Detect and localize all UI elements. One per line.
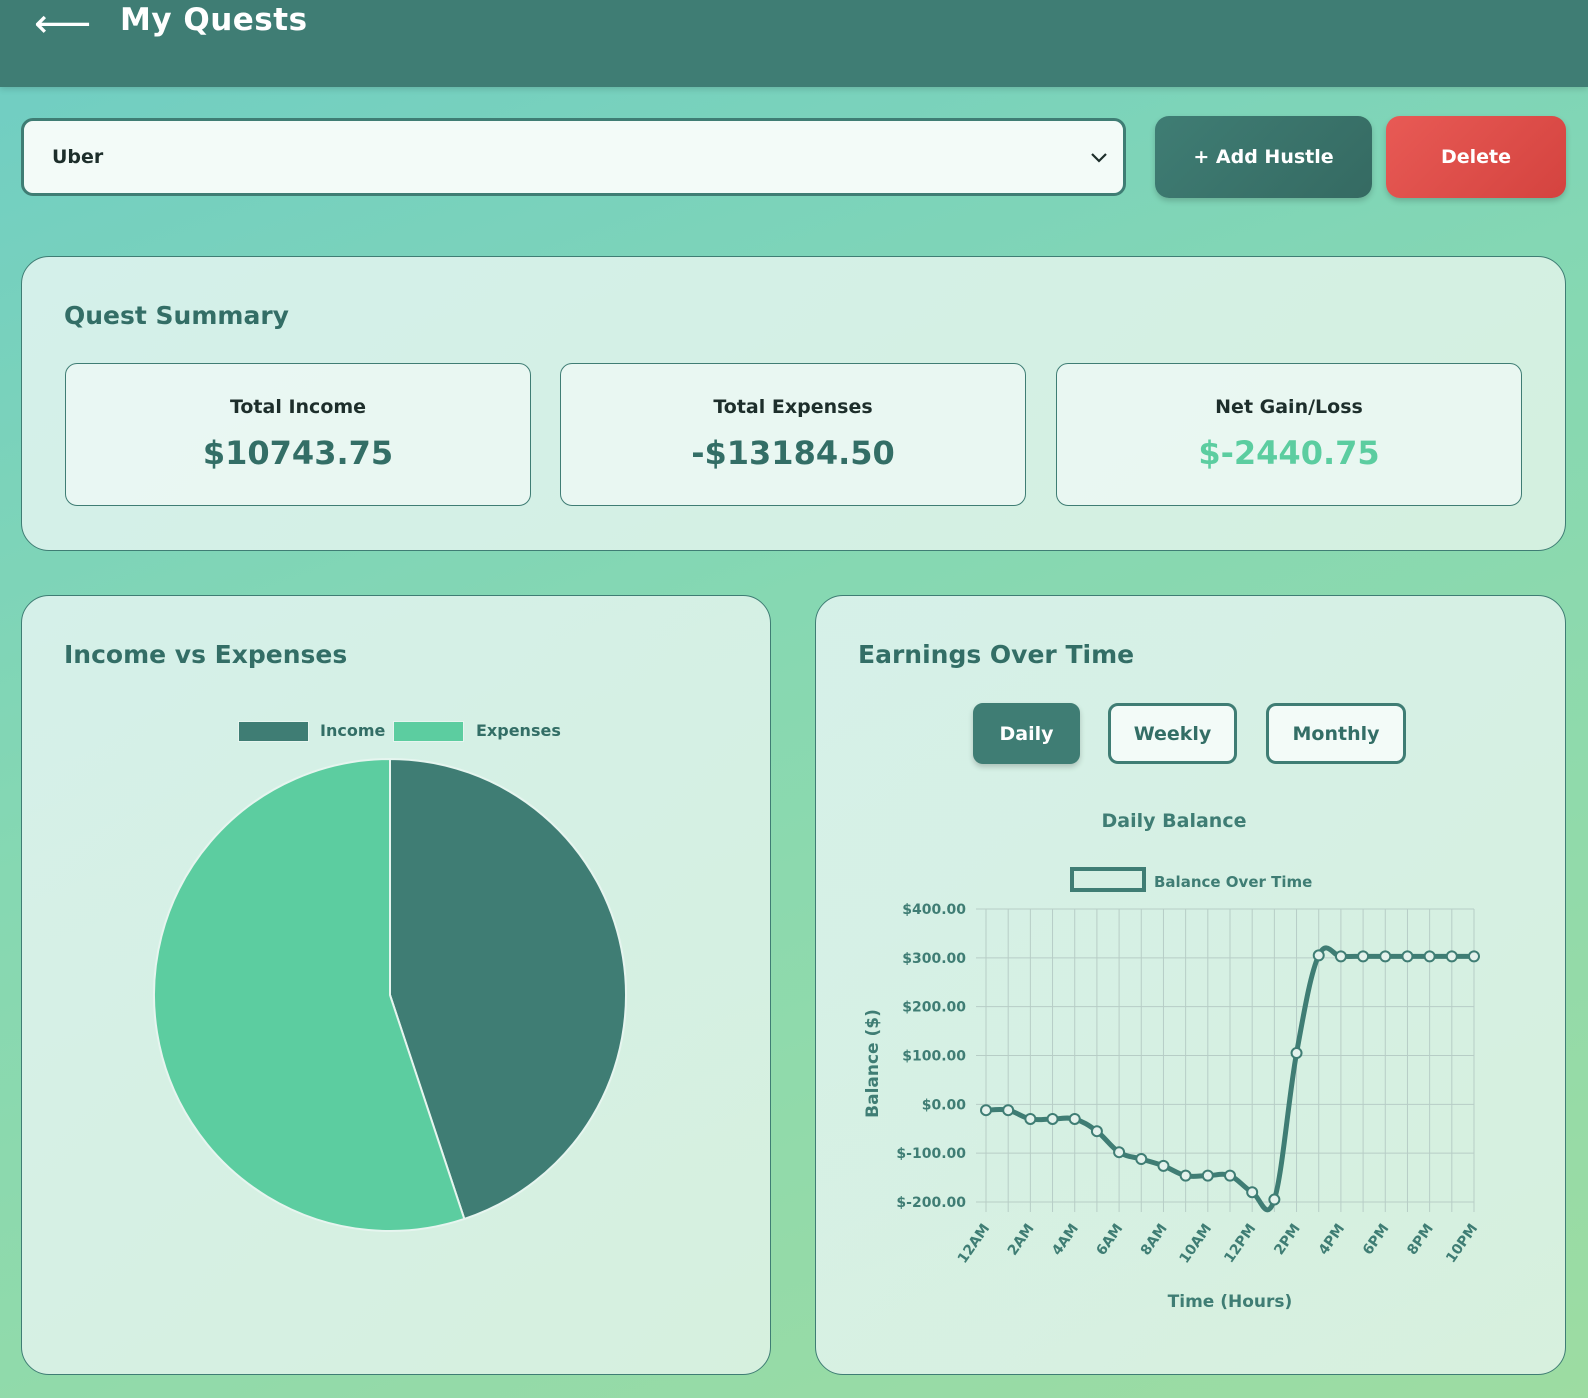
data-point[interactable] [1046, 1112, 1059, 1125]
x-tick-label: 12AM [955, 1221, 993, 1266]
data-point[interactable] [1401, 950, 1414, 963]
line-chart: Daily Balance Balance Over Time $400.00 $30… [863, 810, 1481, 1312]
data-point[interactable] [1113, 1146, 1126, 1159]
data-point[interactable] [980, 1104, 992, 1117]
delete-button[interactable]: Delete [1386, 116, 1566, 198]
y-tick-label: $-100.00 [896, 1146, 966, 1162]
chart-title: Daily Balance [1102, 810, 1247, 832]
x-tick-label: 10PM [1443, 1221, 1481, 1266]
data-point[interactable] [1068, 1112, 1081, 1125]
add-hustle-button[interactable]: + Add Hustle [1155, 116, 1372, 198]
income-expenses-panel: Income vs Expenses Income Expenses [21, 595, 771, 1375]
x-tick-label: 6AM [1093, 1221, 1126, 1258]
x-tick-label: 4PM [1316, 1221, 1349, 1258]
x-tick-label: 10AM [1177, 1221, 1215, 1266]
legend-label: Balance Over Time [1154, 873, 1312, 891]
quest-summary-panel: Quest Summary Total Income $10743.75 Tot… [21, 256, 1566, 551]
y-tick-label: $300.00 [902, 951, 966, 967]
x-tick-label: 8AM [1138, 1221, 1171, 1258]
y-tick-label: $-200.00 [896, 1195, 966, 1211]
data-point[interactable] [1445, 950, 1458, 963]
x-tick-label: 12PM [1221, 1221, 1259, 1266]
y-tick-label: $0.00 [922, 1097, 967, 1113]
x-tick-label: 4AM [1049, 1221, 1082, 1258]
data-point[interactable] [1312, 949, 1325, 962]
hustle-select[interactable]: Uber [21, 118, 1126, 196]
stat-label: Total Income [229, 396, 367, 418]
data-point[interactable] [1423, 950, 1436, 963]
x-tick-label: 2PM [1271, 1221, 1304, 1258]
hustle-select-value: Uber [52, 146, 104, 168]
data-point[interactable] [1201, 1169, 1214, 1182]
y-tick-label: $400.00 [902, 902, 966, 918]
data-point[interactable] [1334, 950, 1347, 963]
y-tick-label: $100.00 [902, 1049, 966, 1065]
data-point[interactable] [1379, 950, 1392, 963]
pie-chart [153, 757, 627, 1232]
chevron-down-icon [1091, 153, 1107, 163]
x-tick-label: 8PM [1404, 1221, 1437, 1258]
net-gain-card: Net Gain/Loss $-2440.75 [1056, 363, 1522, 506]
data-point[interactable] [1290, 1047, 1303, 1060]
data-point[interactable] [1024, 1112, 1037, 1125]
data-point[interactable] [1224, 1169, 1236, 1182]
total-expenses-card: Total Expenses -$13184.50 [560, 363, 1026, 506]
y-axis-label: Balance ($) [863, 1009, 883, 1118]
data-point[interactable] [1268, 1193, 1281, 1206]
earnings-panel: Earnings Over Time Daily Weekly Monthly … [815, 595, 1566, 1375]
data-point[interactable] [1246, 1186, 1259, 1199]
stat-value: $10743.75 [202, 434, 394, 472]
data-point[interactable] [1002, 1104, 1015, 1117]
y-tick-label: $200.00 [902, 1000, 966, 1016]
arrow-left-icon[interactable]: ⟵ [34, 4, 91, 44]
data-point[interactable] [1468, 950, 1480, 963]
x-tick-label: 6PM [1360, 1221, 1393, 1258]
quest-summary-title: Quest Summary [64, 301, 289, 330]
data-point[interactable] [1157, 1159, 1170, 1172]
data-point[interactable] [1090, 1125, 1103, 1138]
data-point[interactable] [1179, 1169, 1192, 1182]
stat-label: Net Gain/Loss [1215, 396, 1363, 418]
stat-value: -$13184.50 [691, 434, 895, 472]
x-tick-label: 2AM [1005, 1221, 1038, 1258]
top-bar: ⟵ My Quests [0, 0, 1588, 87]
data-point[interactable] [1135, 1153, 1148, 1166]
page-title: My Quests [120, 2, 308, 38]
total-income-card: Total Income $10743.75 [65, 363, 531, 506]
stat-value: $-2440.75 [1198, 434, 1380, 472]
x-axis-label: Time (Hours) [1168, 1292, 1293, 1312]
legend-swatch [1070, 867, 1146, 892]
stat-label: Total Expenses [713, 396, 873, 418]
data-point[interactable] [1357, 950, 1370, 963]
